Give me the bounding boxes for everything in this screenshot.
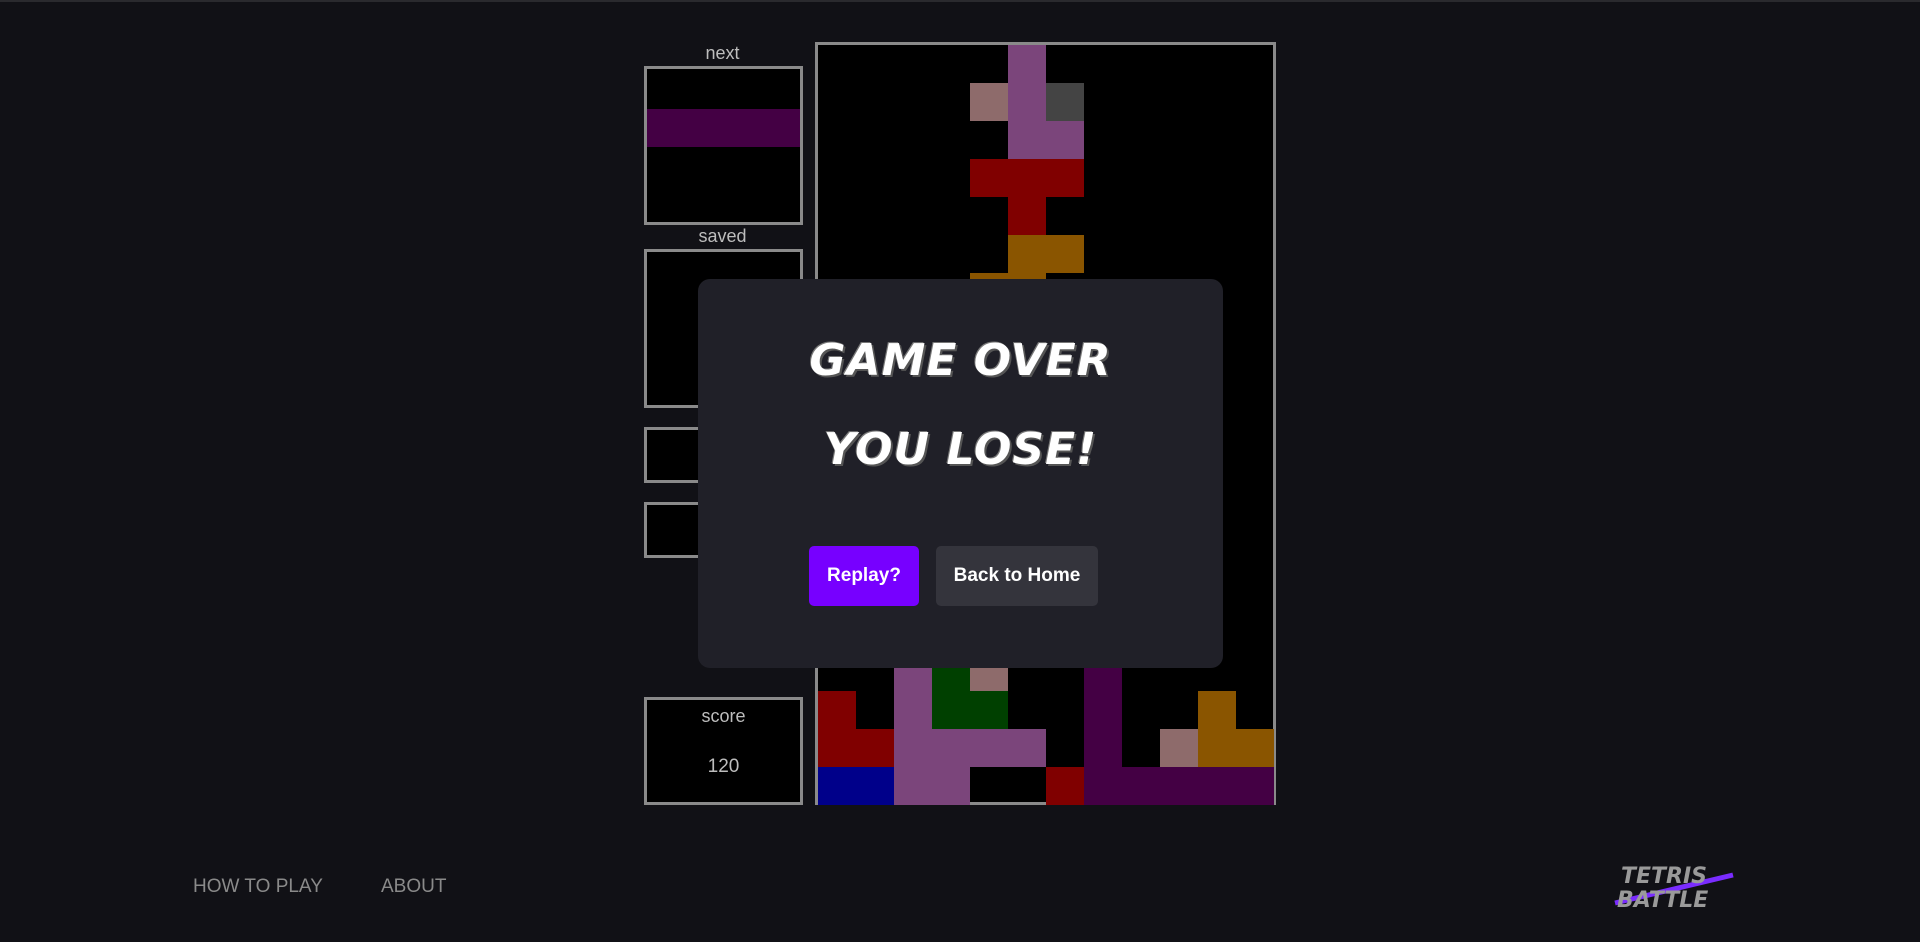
logo-line1: TETRIS xyxy=(1621,864,1707,889)
board-cell xyxy=(894,729,932,767)
board-cell xyxy=(1046,767,1084,805)
top-divider xyxy=(0,0,1920,2)
board-cell xyxy=(894,767,932,805)
next-piece xyxy=(647,109,800,147)
logo-line2: BATTLE xyxy=(1617,888,1708,913)
board-cell xyxy=(1008,159,1046,197)
board-cell xyxy=(932,767,970,805)
board-cell xyxy=(970,691,1008,729)
game-over-title: GAME OVER xyxy=(809,335,1112,386)
board-cell xyxy=(818,691,856,729)
board-cell xyxy=(856,729,894,767)
board-cell xyxy=(1046,235,1084,273)
about-link[interactable]: ABOUT xyxy=(381,876,446,898)
board-cell xyxy=(970,729,1008,767)
board-cell xyxy=(1046,121,1084,159)
board-cell xyxy=(1046,83,1084,121)
score-value: 120 xyxy=(707,756,740,777)
board-cell xyxy=(1008,83,1046,121)
board-cell xyxy=(856,767,894,805)
tetris-battle-logo[interactable]: TETRIS BATTLE xyxy=(1611,857,1736,913)
next-piece-box xyxy=(644,66,803,225)
board-cell xyxy=(932,691,970,729)
board-cell xyxy=(1008,121,1046,159)
board-cell xyxy=(1160,729,1198,767)
board-cell xyxy=(1084,729,1122,767)
replay-button[interactable]: Replay? xyxy=(809,546,919,606)
board-cell xyxy=(1046,159,1084,197)
score-box: score 120 xyxy=(644,697,803,805)
saved-label: saved xyxy=(698,226,747,246)
next-label: next xyxy=(705,43,740,63)
game-over-dialog: GAME OVER YOU LOSE! Replay? Back to Home xyxy=(698,279,1223,668)
board-cell xyxy=(1198,691,1236,729)
board-cell xyxy=(818,767,856,805)
board-cell xyxy=(970,159,1008,197)
you-lose-subtitle: YOU LOSE! xyxy=(823,424,1098,475)
board-cell xyxy=(1084,691,1122,729)
board-cell xyxy=(970,83,1008,121)
back-to-home-button[interactable]: Back to Home xyxy=(936,546,1098,606)
board-cell xyxy=(894,691,932,729)
board-cell xyxy=(1236,729,1274,767)
board-cell xyxy=(1008,235,1046,273)
score-label: score xyxy=(701,706,746,726)
board-cell xyxy=(1122,767,1160,805)
board-cell xyxy=(1198,767,1236,805)
board-cell xyxy=(1084,767,1122,805)
logo-graphic: TETRIS BATTLE xyxy=(1614,864,1734,913)
board-cell xyxy=(1236,767,1274,805)
board-cell xyxy=(932,729,970,767)
board-cell xyxy=(1008,45,1046,83)
how-to-play-link[interactable]: HOW TO PLAY xyxy=(193,876,323,898)
board-cell xyxy=(818,729,856,767)
board-cell xyxy=(1008,729,1046,767)
board-cell xyxy=(1008,197,1046,235)
board-cell xyxy=(1198,729,1236,767)
board-cell xyxy=(1160,767,1198,805)
